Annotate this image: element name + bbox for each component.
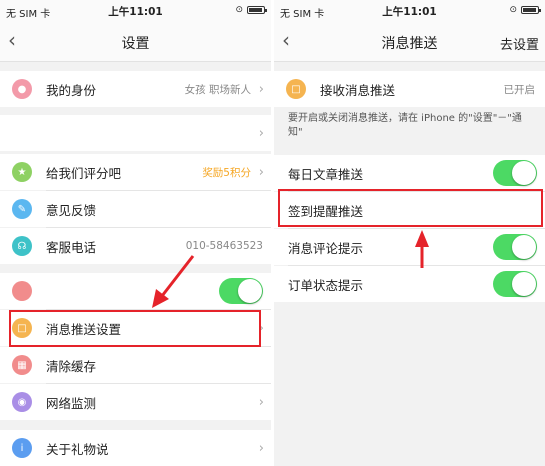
push-settings-screen: 无 SIM 卡 上午11:01 ⊙ ‹ 消息推送 去设置 □ 接收消息推送 已开… xyxy=(274,0,545,466)
arrow-annotation xyxy=(152,255,195,308)
arrow-annotation xyxy=(415,230,429,268)
settings-screen: 无 SIM 卡 上午11:01 ⊙ ‹ 设置 ● 我的身份 女孩 职场新人 › … xyxy=(0,0,271,466)
